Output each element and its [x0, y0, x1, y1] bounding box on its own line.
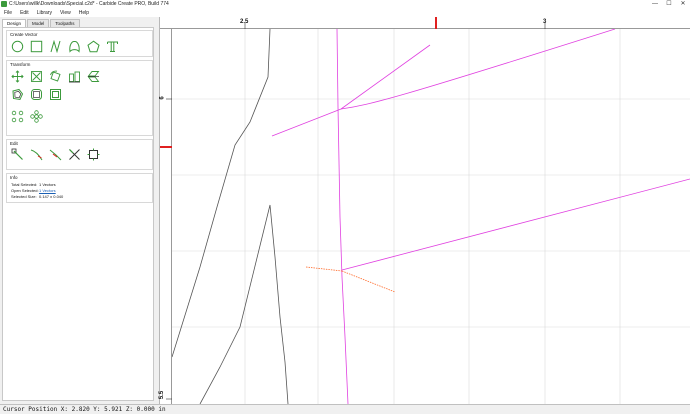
vertical-ruler: 6 5.5 [159, 29, 172, 404]
edit-section: Edit [6, 139, 153, 170]
design-panel: Create Vector Transform Edit Info Total … [2, 27, 154, 401]
tab-design[interactable]: Design [2, 19, 27, 27]
offset-tool-icon[interactable] [11, 88, 24, 101]
info-section: Info Total Selected: 1 Vectors Open Sele… [6, 173, 153, 203]
align-tool-icon[interactable] [68, 70, 81, 83]
transform-section: Transform [6, 60, 153, 136]
vertical-ruler-ticks [160, 98, 172, 400]
selected-size-label: Selected Size: [11, 194, 37, 199]
scale-tool-icon[interactable] [30, 70, 43, 83]
tab-toolpaths[interactable]: Toolpaths [50, 19, 80, 27]
horizontal-ruler: 2.5 3 [160, 17, 690, 29]
linear-pattern-icon[interactable] [30, 110, 43, 123]
design-canvas[interactable]: 2.5 3 6 5.5 [159, 17, 690, 404]
menu-library[interactable]: Library [33, 9, 56, 17]
create-vector-section: Create Vector [6, 30, 153, 57]
ruler-label-2-5: 2.5 [240, 19, 249, 25]
minimize-button[interactable]: — [648, 0, 662, 9]
total-selected-row: Total Selected: 1 Vectors [11, 182, 56, 187]
magenta-vector-paths[interactable] [271, 28, 690, 404]
total-selected-value: 1 Vectors [39, 182, 56, 187]
cursor-position-readout: Cursor Position X: 2.820 Y: 5.921 Z: 0.0… [3, 406, 166, 413]
node-edit-tool-icon[interactable] [11, 148, 24, 161]
curve-tool-icon[interactable] [68, 40, 81, 53]
gray-vector-paths[interactable] [171, 28, 289, 404]
open-selected-row: Open Selected: 1 Vectors [11, 188, 56, 193]
close-button[interactable]: ✕ [676, 0, 690, 9]
ruler-label-5-5: 5.5 [159, 390, 166, 400]
title-bar: C:\Users\willk\Downloads\Special.c2d* - … [0, 0, 690, 9]
polyline-tool-icon[interactable] [49, 40, 62, 53]
menu-view[interactable]: View [56, 9, 75, 17]
menu-edit[interactable]: Edit [16, 9, 33, 17]
info-title: Info [10, 175, 18, 180]
tab-model[interactable]: Model [27, 19, 50, 27]
trim-tool-icon[interactable] [30, 148, 43, 161]
inset-tool-icon[interactable] [49, 88, 62, 101]
rotate-tool-icon[interactable] [49, 70, 62, 83]
rectangle-tool-icon[interactable] [30, 40, 43, 53]
ruler-label-3: 3 [543, 19, 547, 25]
window-controls: — ☐ ✕ [648, 0, 690, 9]
menu-bar: File Edit Library View Help [0, 9, 690, 17]
boundary-tool-icon[interactable] [87, 148, 100, 161]
panel-tabs: Design Model Toolpaths [2, 19, 81, 27]
selected-size-row: Selected Size: 0.147 x 0.040 [11, 194, 63, 199]
grid-lines [172, 29, 690, 404]
open-selected-label: Open Selected: [11, 188, 39, 193]
open-selected-link[interactable]: 1 Vectors [39, 188, 56, 193]
split-tool-icon[interactable] [68, 148, 81, 161]
app-icon [1, 1, 7, 7]
fillet-tool-icon[interactable] [30, 88, 43, 101]
create-vector-title: Create Vector [10, 32, 38, 37]
edit-title: Edit [10, 141, 18, 146]
polygon-tool-icon[interactable] [87, 40, 100, 53]
menu-help[interactable]: Help [75, 9, 93, 17]
ruler-label-6: 6 [159, 96, 166, 100]
extend-tool-icon[interactable] [49, 148, 62, 161]
left-panel: Design Model Toolpaths Create Vector Tra… [0, 17, 160, 404]
circular-pattern-icon[interactable] [11, 110, 24, 123]
selected-size-value: 0.147 x 0.040 [39, 194, 64, 199]
maximize-button[interactable]: ☐ [662, 0, 676, 9]
text-tool-icon[interactable] [106, 40, 119, 53]
total-selected-label: Total Selected: [11, 182, 38, 187]
transform-title: Transform [10, 62, 31, 67]
mirror-tool-icon[interactable] [87, 70, 100, 83]
circle-tool-icon[interactable] [11, 40, 24, 53]
menu-file[interactable]: File [0, 9, 16, 17]
window-title: C:\Users\willk\Downloads\Special.c2d* - … [9, 1, 169, 7]
canvas-drawing[interactable] [160, 17, 690, 404]
status-bar: Cursor Position X: 2.820 Y: 5.921 Z: 0.0… [0, 404, 690, 414]
move-tool-icon[interactable] [11, 70, 24, 83]
selected-vector-path[interactable] [305, 266, 396, 293]
